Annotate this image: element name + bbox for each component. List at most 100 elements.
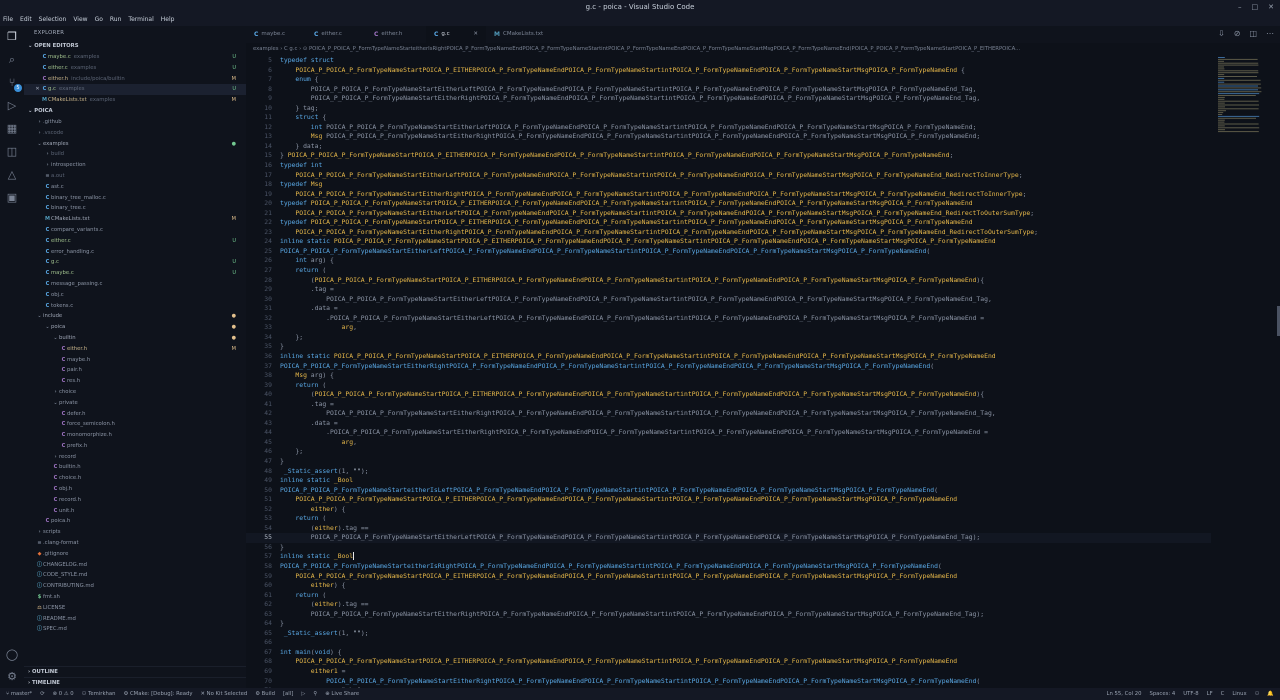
file-item[interactable]: ⚖LICENSE (24, 603, 246, 614)
menu-selection[interactable]: Selection (39, 14, 67, 26)
file-item[interactable]: Cpair.h (24, 365, 246, 376)
more-actions-icon[interactable]: ⋯ (1266, 29, 1274, 38)
file-item[interactable]: Cprefix.h (24, 441, 246, 452)
file-item[interactable]: MCMakeLists.txt M (24, 214, 246, 225)
file-item[interactable]: Cerror_handling.c (24, 247, 246, 258)
status-item[interactable]: UTF-8 (1183, 688, 1198, 700)
status-item[interactable]: ⊗ 0 ⚠ 0 (53, 688, 74, 700)
menu-file[interactable]: File (3, 14, 13, 26)
folder-item[interactable]: ⌄builtin ● (24, 333, 246, 344)
menu-view[interactable]: View (73, 14, 87, 26)
status-item[interactable]: ⑂ master* (6, 688, 32, 700)
folder-item[interactable]: ⌄poica ● (24, 322, 246, 333)
accounts-icon[interactable]: ◯ (5, 648, 19, 662)
timeline-section[interactable]: › TIMELINE (24, 677, 246, 688)
file-item[interactable]: Cres.h (24, 376, 246, 387)
file-item[interactable]: ⓘCHANGELOG.md (24, 560, 246, 571)
status-item[interactable]: Spaces: 4 (1149, 688, 1175, 700)
file-item[interactable]: Crecord.h (24, 495, 246, 506)
file-item[interactable]: Cdefer.h (24, 409, 246, 420)
source-control-icon[interactable]: ⑂ 5 (5, 76, 22, 92)
file-item[interactable]: Cpoica.h (24, 516, 246, 527)
cmake-icon[interactable]: △ (5, 168, 19, 182)
file-item[interactable]: ⓘSPEC.md (24, 624, 246, 635)
status-item[interactable]: ⟳ (40, 688, 44, 700)
minimize-icon[interactable]: – (1238, 0, 1242, 14)
open-editor-item[interactable]: Ceither.c examples U (24, 63, 246, 74)
file-item[interactable]: Cforce_semicolon.h (24, 419, 246, 430)
file-item[interactable]: ≡.clang-format (24, 538, 246, 549)
folder-item[interactable]: ⌄private (24, 398, 246, 409)
open-changes-icon[interactable]: ⇩ (1218, 29, 1225, 38)
menu-edit[interactable]: Edit (20, 14, 32, 26)
extensions-icon[interactable]: ▦ (5, 122, 19, 136)
file-item[interactable]: Ceither.h M (24, 344, 246, 355)
split-editor-icon[interactable]: ◫ (1249, 29, 1257, 38)
file-item[interactable]: Cmaybe.h (24, 355, 246, 366)
status-item[interactable]: Ln 55, Col 20 (1107, 688, 1142, 700)
file-item[interactable]: Cmaybe.c U (24, 268, 246, 279)
maximize-icon[interactable]: □ (1252, 0, 1259, 14)
status-item[interactable]: LF (1207, 688, 1213, 700)
status-item[interactable]: [all] (283, 688, 293, 700)
file-item[interactable]: Cg.c U (24, 257, 246, 268)
manage-gear-icon[interactable]: ⚙ (5, 670, 19, 684)
run-debug-icon[interactable]: ▷ (5, 99, 19, 113)
file-item[interactable]: Cbinary_tree_malloc.c (24, 193, 246, 204)
open-editor-item[interactable]: Ceither.h include/poica/builtin M (24, 74, 246, 85)
file-item[interactable]: Ctokens.c (24, 301, 246, 312)
status-item[interactable]: 🔔 (1267, 688, 1274, 700)
toggle-icon[interactable]: ⊘ (1234, 29, 1241, 38)
folder-item[interactable]: ⌄include ● (24, 311, 246, 322)
folder-item[interactable]: › .vscode (24, 128, 246, 139)
outline-section[interactable]: › OUTLINE (24, 666, 246, 677)
folder-item[interactable]: › .github (24, 117, 246, 128)
file-item[interactable]: ≡a.out (24, 171, 246, 182)
file-item[interactable]: Ceither.c U (24, 236, 246, 247)
menu-run[interactable]: Run (110, 14, 122, 26)
open-editor-item[interactable]: Cmaybe.c examples U (24, 52, 246, 63)
status-item[interactable]: ⚇ (1255, 688, 1260, 700)
file-item[interactable]: Cmessage_passing.c (24, 279, 246, 290)
file-item[interactable]: Cmonomorphize.h (24, 430, 246, 441)
folder-item[interactable]: › introspection (24, 160, 246, 171)
file-item[interactable]: Cchoice.h (24, 473, 246, 484)
open-editors-header[interactable]: ⌄ OPEN EDITORS (24, 41, 246, 52)
status-item[interactable]: C (1221, 688, 1225, 700)
project-header[interactable]: ⌄ POICA (24, 106, 246, 117)
file-item[interactable]: Ccompare_variants.c (24, 225, 246, 236)
tab-g-c[interactable]: Cg.c ✕ (426, 26, 486, 43)
breadcrumb[interactable]: examples › C g.c › ⊙ POICA_P_POICA_P_For… (253, 44, 1253, 54)
minimap[interactable] (1216, 56, 1266, 136)
open-editor-item[interactable]: ✕ Cg.c examples U (24, 84, 246, 96)
close-editor-icon[interactable]: ✕ (34, 84, 41, 95)
open-editor-item[interactable]: MCMakeLists.txt examples M (24, 95, 246, 106)
file-item[interactable]: ⓘCONTRIBUTING.md (24, 581, 246, 592)
file-item[interactable]: Cobj.c (24, 290, 246, 301)
tab-cmakelists-txt[interactable]: M CMakeLists.txt (486, 26, 551, 43)
file-item[interactable]: Cunit.h (24, 506, 246, 517)
tab-maybe-c[interactable]: Cmaybe.c (246, 26, 306, 43)
status-item[interactable]: ⚙ Build (255, 688, 275, 700)
status-item[interactable]: ⊕ Live Share (325, 688, 359, 700)
file-item[interactable]: Cobj.h (24, 484, 246, 495)
file-item[interactable]: Cbinary_tree.c (24, 203, 246, 214)
file-item[interactable]: Cbuiltin.h (24, 462, 246, 473)
tab-either-h[interactable]: Ceither.h (366, 26, 426, 43)
folder-item[interactable]: › choice (24, 387, 246, 398)
menu-help[interactable]: Help (161, 14, 175, 26)
status-item[interactable]: Linux (1232, 688, 1246, 700)
status-item[interactable]: ✕ No Kit Selected (201, 688, 248, 700)
file-item[interactable]: ⓘCODE_STYLE.md (24, 570, 246, 581)
folder-item[interactable]: › record (24, 452, 246, 463)
status-item[interactable]: ▷ (301, 688, 305, 700)
editor-scrollbar[interactable] (1274, 56, 1280, 688)
folder-item[interactable]: › scripts (24, 527, 246, 538)
search-icon[interactable]: ⌕ (5, 53, 19, 67)
file-item[interactable]: Cast.c (24, 182, 246, 193)
tab-either-c[interactable]: Ceither.c (306, 26, 366, 43)
code-view[interactable]: 5 typedef struct 6 POICA_P_POICA_P_FormTyp… (246, 56, 1211, 688)
remote-explorer-icon[interactable]: ◫ (5, 145, 19, 159)
file-item[interactable]: ◆ .gitignore (24, 549, 246, 560)
file-item[interactable]: ⓘREADME.md (24, 614, 246, 625)
